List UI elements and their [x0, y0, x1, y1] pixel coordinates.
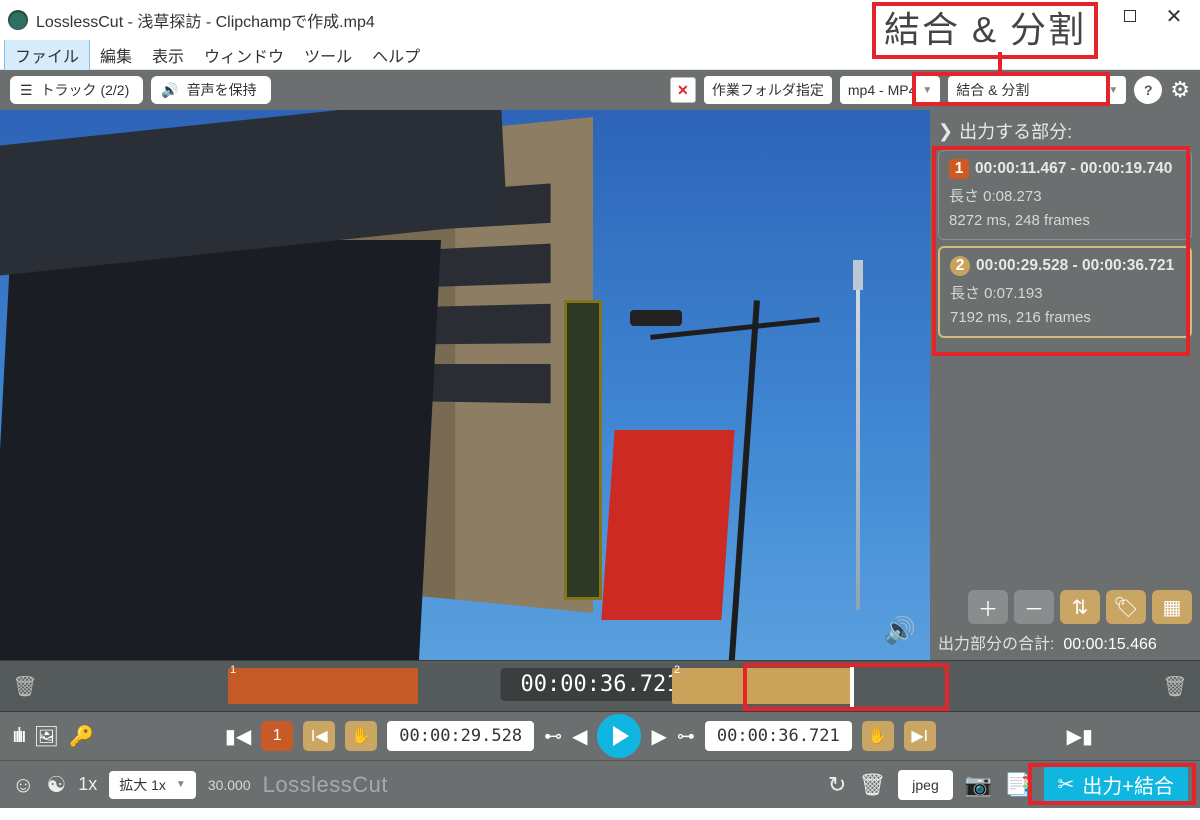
remove-segment-button[interactable]: － [1014, 590, 1054, 624]
reorder-button[interactable]: ⇅ [1060, 590, 1100, 624]
segment-detail: 8272 ms, 248 frames [949, 212, 1183, 229]
segments-header[interactable]: ❯ 出力する部分: [938, 118, 1192, 144]
jump-start-button[interactable]: I◀ [303, 721, 335, 751]
menu-file[interactable]: ファイル [4, 39, 90, 71]
mode-select[interactable]: 結合 & 分割 ▼ [948, 76, 1126, 104]
chevron-right-icon: ❯ [938, 121, 953, 142]
step-back-button[interactable]: ◀ [572, 724, 587, 749]
export-label: 出力+結合 [1082, 770, 1174, 799]
zoom-select[interactable]: 拡大 1x ▼ [109, 771, 196, 799]
yinyang-icon[interactable]: ☯ [46, 772, 66, 798]
mode-label: 結合 & 分割 [956, 80, 1029, 100]
work-folder-label: 作業フォルダ指定 [712, 80, 824, 100]
maximize-button[interactable] [1108, 0, 1152, 32]
prev-segment-button[interactable]: ▮◀ [225, 724, 251, 749]
segment-range: 00:00:29.528 - 00:00:36.721 [976, 257, 1174, 275]
playback-controls: ıılıı 🖼 🔑 ▮◀ 1 I◀ ✋ 00:00:29.528 ⊷ ◀ ▶ ⊶… [0, 712, 1200, 760]
keep-audio-button[interactable]: 🔊 音声を保持 [151, 76, 270, 104]
current-segment-badge[interactable]: 1 [261, 721, 293, 751]
segment-badge: 2 [950, 256, 970, 276]
step-forward-button[interactable]: ▶ [651, 724, 666, 749]
segment-range: 00:00:11.467 - 00:00:19.740 [975, 160, 1172, 178]
timeline-clip-1[interactable]: 1 [228, 668, 418, 704]
menu-view[interactable]: 表示 [142, 40, 194, 70]
trash-right-icon[interactable]: 🗑 [1160, 674, 1190, 699]
help-button[interactable]: ? [1134, 76, 1162, 104]
tag-button[interactable]: 🏷 [1106, 590, 1146, 624]
segment-detail: 7192 ms, 216 frames [950, 309, 1182, 326]
in-timecode[interactable]: 00:00:29.528 [387, 721, 534, 751]
thumbnails-icon[interactable]: 🖼 [34, 724, 59, 749]
segments-panel: ❯ 出力する部分: 1 00:00:11.467 - 00:00:19.740 … [930, 110, 1200, 660]
timeline-track[interactable]: 1 00:00:36.721 2 [40, 668, 1160, 704]
timeline-clip-2[interactable]: 2 [672, 668, 852, 704]
video-preview[interactable]: 🔊 [0, 110, 930, 660]
waveform-icon[interactable]: ıılıı [12, 725, 24, 748]
segment-length: 長さ 0:08.273 [949, 185, 1183, 206]
tracks-label: トラック (2/2) [41, 80, 130, 100]
close-button[interactable]: ✕ [1152, 0, 1196, 32]
set-out-button[interactable]: ✋ [862, 721, 894, 751]
grid-button[interactable]: ▦ [1152, 590, 1192, 624]
timeline[interactable]: 🗑 1 00:00:36.721 2 🗑 [0, 660, 1200, 712]
work-folder-select[interactable]: 作業フォルダ指定 [704, 76, 832, 104]
snapshot-format[interactable]: jpeg [898, 770, 952, 800]
chevron-down-icon: ▼ [922, 85, 932, 96]
set-in-button[interactable]: ✋ [345, 721, 377, 751]
segment-badge: 1 [949, 159, 969, 179]
app-brand: LosslessCut [263, 772, 388, 798]
person-icon[interactable]: ☺ [12, 772, 34, 798]
clear-work-folder-button[interactable]: ✕ [670, 77, 696, 103]
segments-total: 出力部分の合計: 00:00:15.466 [938, 630, 1192, 654]
jump-end-button[interactable]: ▶I [904, 721, 936, 751]
window-title: LosslessCut - 浅草探訪 - Clipchampで作成.mp4 [36, 8, 375, 32]
export-button[interactable]: ✂ 出力+結合 [1044, 766, 1188, 804]
format-select[interactable]: mp4 - MP4 ▼ [840, 76, 940, 104]
rotate-icon[interactable]: ↻ [828, 772, 846, 798]
timeline-current-time[interactable]: 00:00:36.721 [501, 668, 700, 701]
trash-left-icon[interactable]: 🗑 [10, 674, 40, 699]
camera-icon[interactable]: 📷 [965, 772, 992, 798]
menu-tools[interactable]: ツール [294, 40, 362, 70]
chevron-down-icon: ▼ [1108, 85, 1118, 96]
segment-length: 長さ 0:07.193 [950, 282, 1182, 303]
volume-icon[interactable]: 🔊 [884, 615, 916, 646]
keep-audio-label: 音声を保持 [187, 80, 257, 100]
speaker-icon: 🔊 [161, 82, 178, 99]
calendar-icon[interactable]: 📑 [1004, 772, 1031, 798]
next-segment-button[interactable]: ▶▮ [1067, 724, 1093, 749]
chevron-down-icon: ▼ [176, 779, 186, 790]
menu-edit[interactable]: 編集 [90, 40, 142, 70]
segment-item-1[interactable]: 1 00:00:11.467 - 00:00:19.740 長さ 0:08.27… [938, 150, 1192, 240]
format-label: mp4 - MP4 [848, 82, 916, 98]
playback-speed[interactable]: 1x [78, 774, 97, 795]
settings-button[interactable]: ⚙ [1170, 77, 1190, 103]
bottom-bar: ☺ ☯ 1x 拡大 1x ▼ 30.000 LosslessCut ↻ 🗑 jp… [0, 760, 1200, 808]
play-button[interactable] [597, 714, 641, 758]
list-icon: ☰ [20, 82, 33, 99]
menu-window[interactable]: ウィンドウ [194, 40, 294, 70]
scissors-icon: ✂ [1058, 772, 1075, 797]
fps-value: 30.000 [208, 777, 251, 793]
add-segment-button[interactable]: ＋ [968, 590, 1008, 624]
keyframes-icon[interactable]: 🔑 [69, 724, 94, 749]
menu-help[interactable]: ヘルプ [362, 40, 430, 70]
keyframe-left-icon[interactable]: ⊷ [544, 726, 562, 747]
out-timecode[interactable]: 00:00:36.721 [705, 721, 852, 751]
annotation-callout: 結合 & 分割 [872, 2, 1098, 59]
keyframe-right-icon[interactable]: ⊶ [677, 726, 695, 747]
toolbar: ☰ トラック (2/2) 🔊 音声を保持 ✕ 作業フォルダ指定 mp4 - MP… [0, 70, 1200, 110]
delete-icon[interactable]: 🗑 [858, 772, 886, 798]
segment-item-2[interactable]: 2 00:00:29.528 - 00:00:36.721 長さ 0:07.19… [938, 246, 1192, 338]
app-icon [8, 10, 28, 30]
tracks-button[interactable]: ☰ トラック (2/2) [10, 76, 143, 104]
